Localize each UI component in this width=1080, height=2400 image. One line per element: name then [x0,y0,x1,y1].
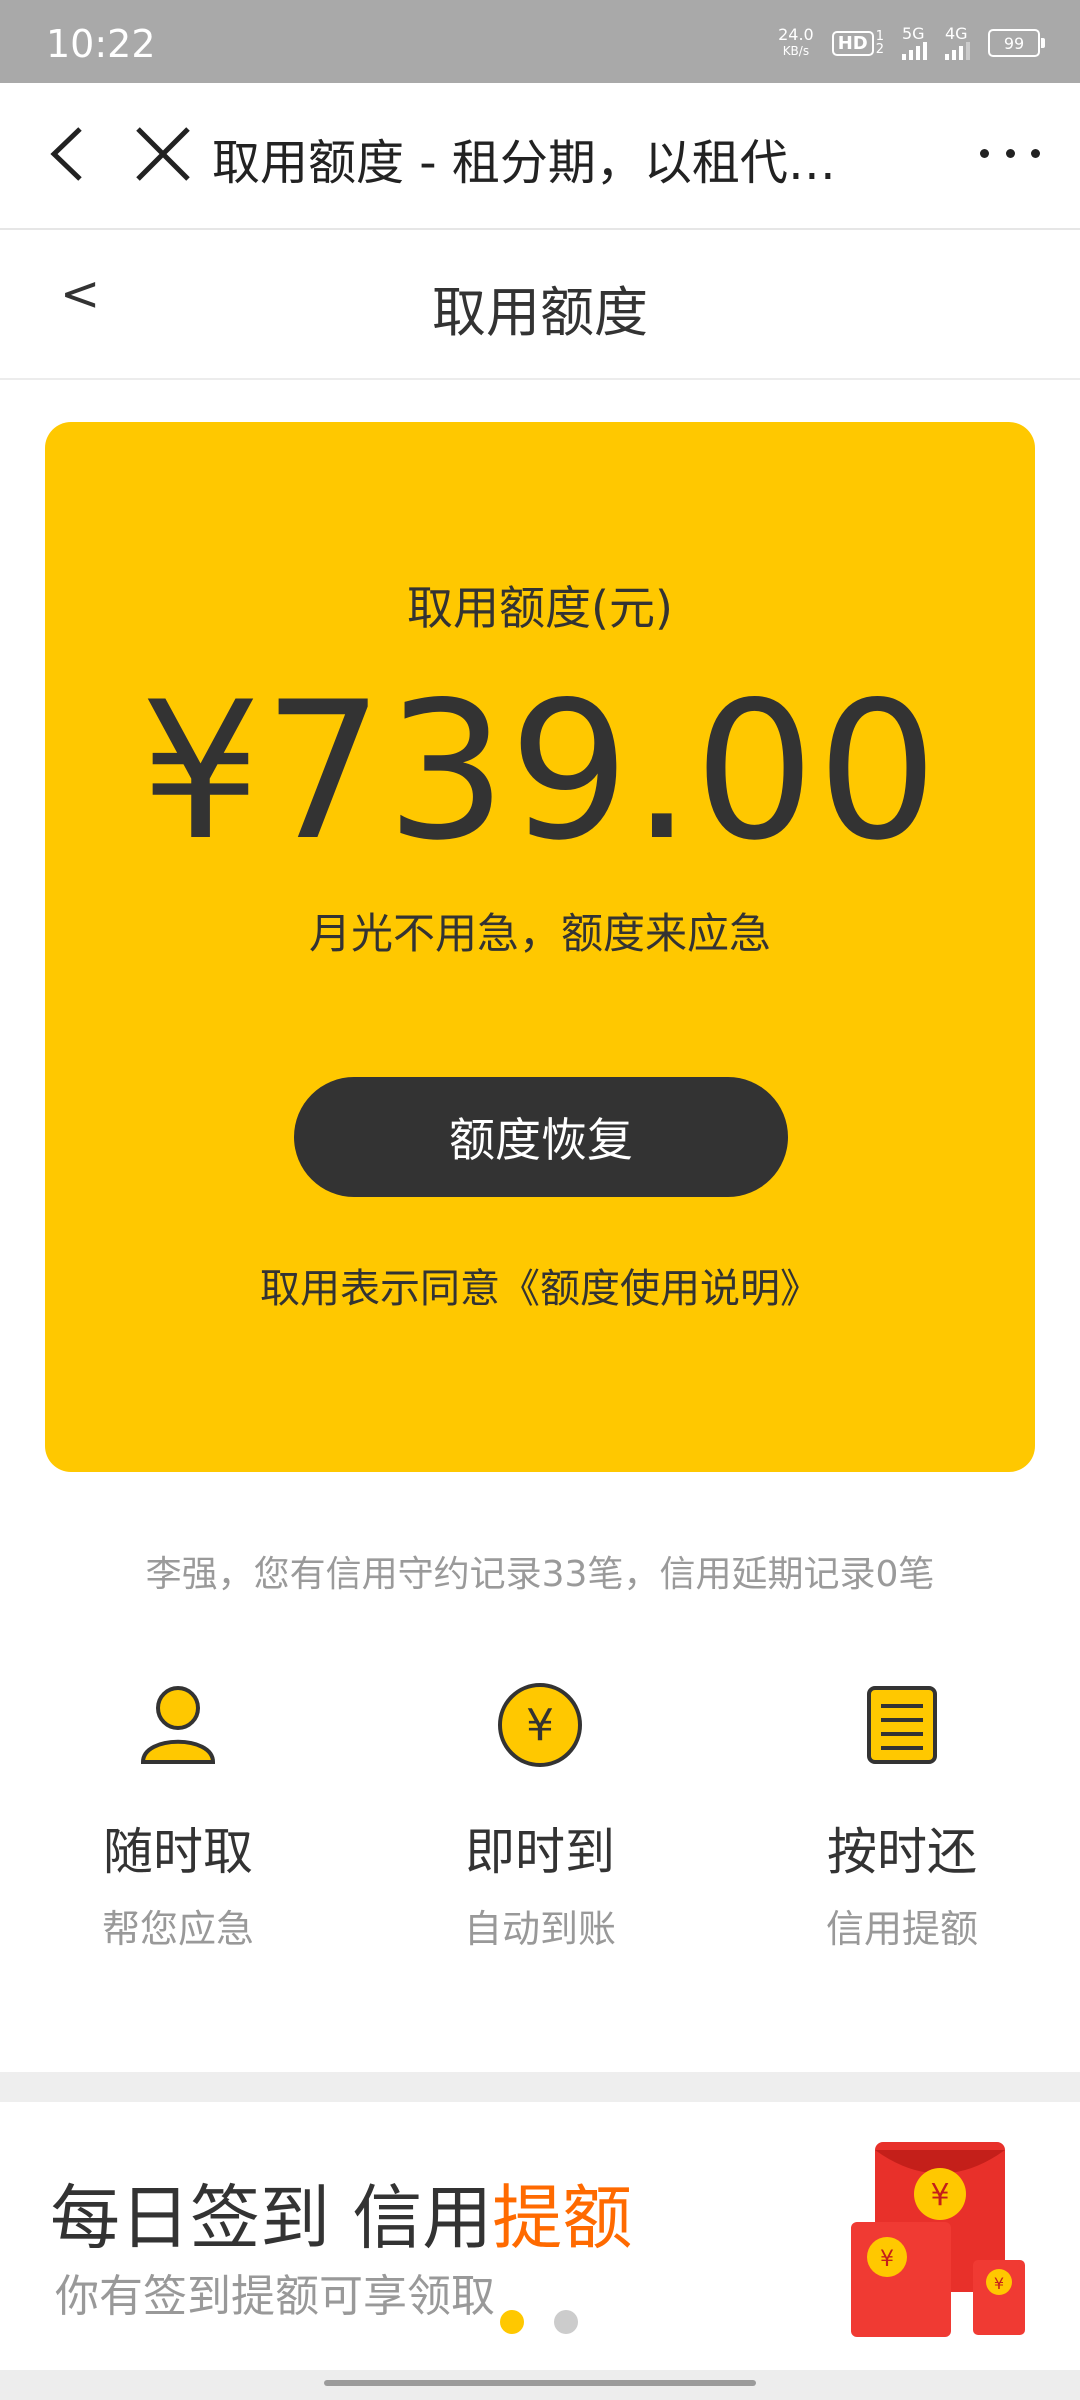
feature-subtitle: 帮您应急 [101,1907,254,1951]
status-icons: 24.0 KB/s HD 1 2 5G 4G 99 [778,26,1045,60]
network-speed-value: 24.0 [778,25,814,44]
status-time: 10:22 [46,22,156,66]
feature-subtitle: 信用提额 [825,1907,978,1951]
credit-amount: ¥739.00 [140,661,940,882]
battery-icon: 99 [988,29,1045,57]
signal-bars-icon [902,42,927,60]
browser-title-bar: 取用额度 - 租分期，以租代… [0,83,1080,230]
sim2-label: 2 [875,42,884,57]
signal-4g: 4G [945,26,970,60]
status-bar: 10:22 24.0 KB/s HD 1 2 5G 4G 99 [0,0,1080,83]
credit-slogan: 月光不用急，额度来应急 [308,909,771,958]
restore-credit-button[interactable]: 额度恢复 [294,1077,788,1197]
close-icon[interactable] [128,119,198,189]
red-envelope-icon: ¥ ¥ ¥ [845,2142,1035,2342]
carousel-indicator [500,2310,578,2334]
section-divider [0,2072,1080,2102]
svg-text:¥: ¥ [880,2247,894,2272]
document-icon [857,1680,947,1770]
battery-level: 99 [1003,33,1025,53]
feature-instant: ¥ 即时到 自动到账 [390,1680,690,1953]
svg-text:¥: ¥ [526,1700,554,1751]
gesture-bar [0,2370,1080,2400]
credit-record-text: 李强，您有信用守约记录33笔，信用延期记录0笔 [145,1554,935,1595]
feature-title: 随时取 [103,1823,253,1881]
feature-anytime: 随时取 帮您应急 [28,1680,328,1953]
person-icon [133,1680,223,1770]
page-header: < 取用额度 [0,230,1080,380]
banner-title: 每日签到 信用提额 [50,2162,632,2263]
feature-title: 即时到 [465,1823,615,1881]
more-icon[interactable] [980,133,1040,173]
sim-slots: 1 2 [876,30,884,56]
network-speed: 24.0 KB/s [778,27,814,59]
credit-label: 取用额度(元) [407,581,673,635]
home-indicator[interactable] [324,2380,756,2386]
yuan-coin-icon: ¥ [495,1680,585,1770]
net-4g-label: 4G [945,24,968,43]
banner-title-highlight: 提额 [492,2177,633,2259]
svg-text:¥: ¥ [930,2178,949,2213]
hd-icon: HD [831,30,874,56]
signal-bars-icon [945,42,970,60]
feature-ontime: 按时还 信用提额 [752,1680,1052,1953]
feature-title: 按时还 [827,1823,977,1881]
agreement-link[interactable]: 取用表示同意《额度使用说明》 [45,1256,1035,1314]
svg-text:¥: ¥ [994,2274,1004,2293]
page-title: 取用额度 [432,281,648,344]
signal-5g: 5G [902,26,927,60]
banner-title-main: 每日签到 信用 [50,2177,493,2259]
hd-indicator: HD 1 2 [831,30,884,56]
net-5g-label: 5G [902,24,925,43]
carousel-dot-active[interactable] [500,2310,524,2334]
banner-subtitle: 你有签到提额可享领取 [55,2271,495,2322]
network-speed-unit: KB/s [782,44,810,58]
back-arrow-icon[interactable] [40,119,100,189]
credit-card-panel: 取用额度(元) ¥739.00 月光不用急，额度来应急 额度恢复 取用表示同意《… [45,422,1035,1472]
browser-page-title: 取用额度 - 租分期，以租代… [212,135,836,191]
feature-subtitle: 自动到账 [463,1907,616,1951]
carousel-dot[interactable] [554,2310,578,2334]
